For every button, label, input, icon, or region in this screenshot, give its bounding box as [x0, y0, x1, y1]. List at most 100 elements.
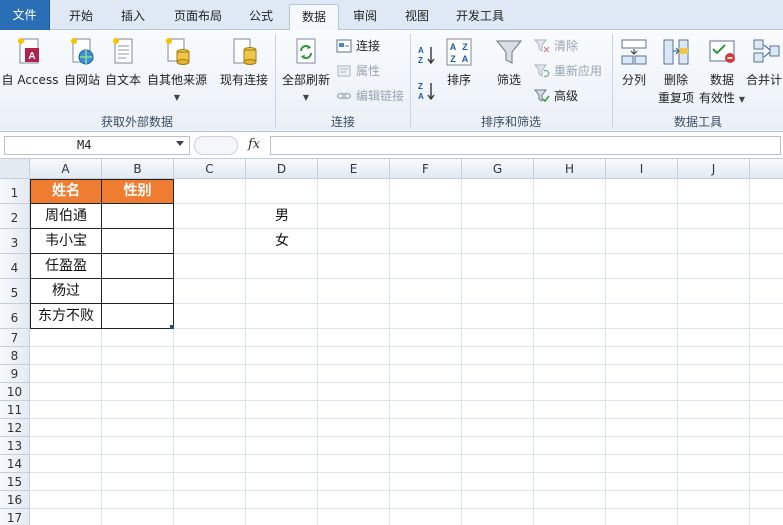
- from-other-sources-label: 自其他来源: [146, 73, 207, 87]
- gridline: [533, 179, 534, 525]
- tab-page-layout[interactable]: 页面布局: [164, 4, 232, 30]
- remove-duplicates-icon: [663, 39, 689, 65]
- tab-insert[interactable]: 插入: [110, 4, 156, 30]
- consolidate-button[interactable]: 合并计: [746, 34, 783, 110]
- name-cell[interactable]: 任盈盈: [30, 253, 102, 279]
- name-cell[interactable]: 周伯通: [30, 203, 102, 229]
- formula-bar: M4 fx: [0, 133, 783, 159]
- table-header-gender[interactable]: 性别: [101, 179, 174, 204]
- column-header-c[interactable]: C: [174, 159, 246, 179]
- tab-file[interactable]: 文件: [0, 0, 50, 30]
- sort-ascending-button[interactable]: A Z: [416, 44, 438, 66]
- gender-cell[interactable]: [101, 203, 174, 229]
- sort-button[interactable]: A Z Z A 排序: [440, 34, 478, 110]
- spreadsheet-grid[interactable]: ABCDEFGHIJ 1 2 3 4 5 6 7 8 9 10 11 12 13 14 15 16 17 姓名 …: [0, 159, 783, 525]
- row-header-6[interactable]: 6: [0, 304, 30, 329]
- cell-d2[interactable]: 男: [246, 204, 318, 229]
- tab-data[interactable]: 数据: [289, 4, 339, 31]
- row-header-2[interactable]: 2: [0, 204, 30, 229]
- sort-ascending-icon: A Z: [418, 46, 435, 65]
- properties-button[interactable]: 属性: [336, 61, 380, 81]
- edit-links-button[interactable]: 编辑链接: [336, 86, 404, 106]
- column-header-h[interactable]: H: [534, 159, 606, 179]
- tab-view[interactable]: 视图: [394, 4, 440, 30]
- from-text-button[interactable]: 自文本: [103, 34, 143, 110]
- sort-descending-button[interactable]: Z A: [416, 80, 438, 102]
- column-header-f[interactable]: F: [390, 159, 462, 179]
- column-header-e[interactable]: E: [318, 159, 390, 179]
- reapply-label: 重新应用: [554, 64, 603, 78]
- svg-text:Z: Z: [450, 54, 456, 64]
- row-header-3[interactable]: 3: [0, 229, 30, 254]
- name-box-dropdown-icon[interactable]: [176, 141, 184, 146]
- row-header-12[interactable]: 12: [0, 419, 30, 437]
- cell-d3[interactable]: 女: [246, 229, 318, 254]
- column-header-partial[interactable]: [750, 159, 783, 179]
- column-header-a[interactable]: A: [30, 159, 102, 179]
- name-cell[interactable]: 杨过: [30, 278, 102, 304]
- name-cell[interactable]: 韦小宝: [30, 228, 102, 254]
- filter-button[interactable]: 筛选: [488, 34, 530, 110]
- text-to-columns-label: 分列: [621, 73, 646, 87]
- row-header-15[interactable]: 15: [0, 473, 30, 491]
- gridline: [605, 179, 606, 525]
- row-header-4[interactable]: 4: [0, 254, 30, 279]
- formula-input[interactable]: [270, 136, 781, 155]
- name-cell[interactable]: 东方不败: [30, 303, 102, 329]
- refresh-all-button[interactable]: 全部刷新 ▼: [280, 34, 332, 110]
- chevron-down-icon: ▼: [173, 93, 181, 102]
- text-to-columns-button[interactable]: 分列: [614, 34, 654, 110]
- advanced-filter-button[interactable]: 高级: [534, 86, 578, 106]
- select-all-corner[interactable]: [0, 159, 30, 179]
- data-validation-label-1: 数据: [709, 73, 734, 87]
- tab-formulas[interactable]: 公式: [238, 4, 284, 30]
- column-header-i[interactable]: I: [606, 159, 678, 179]
- row-header-17[interactable]: 17: [0, 509, 30, 525]
- svg-text:A: A: [450, 42, 457, 52]
- tab-developer[interactable]: 开发工具: [446, 4, 514, 30]
- consolidate-icon: [753, 39, 780, 63]
- column-header-b[interactable]: B: [102, 159, 174, 179]
- column-header-j[interactable]: J: [678, 159, 750, 179]
- column-header-g[interactable]: G: [462, 159, 534, 179]
- fill-handle[interactable]: [170, 325, 174, 329]
- chevron-down-icon: ▼: [302, 93, 310, 102]
- connections-button[interactable]: 连接: [336, 36, 380, 56]
- clear-filter-button[interactable]: 清除: [534, 36, 578, 56]
- row-header-1[interactable]: 1: [0, 179, 30, 204]
- row-header-11[interactable]: 11: [0, 401, 30, 419]
- row-header-13[interactable]: 13: [0, 437, 30, 455]
- formula-bar-grip[interactable]: [194, 136, 238, 155]
- advanced-filter-label: 高级: [554, 89, 579, 103]
- row-header-9[interactable]: 9: [0, 365, 30, 383]
- data-validation-icon: [709, 40, 735, 63]
- gender-cell[interactable]: [101, 253, 174, 279]
- column-header-d[interactable]: D: [246, 159, 318, 179]
- from-web-button[interactable]: 自网站: [62, 34, 102, 110]
- ribbon: A 自 Access 自网站 自文本 自其他来源 ▼ 现有连接 获取外部数据 全…: [0, 30, 783, 132]
- gender-cell[interactable]: [101, 228, 174, 254]
- row-header-14[interactable]: 14: [0, 455, 30, 473]
- row-header-5[interactable]: 5: [0, 279, 30, 304]
- fx-area: fx: [194, 136, 268, 155]
- insert-function-button[interactable]: fx: [248, 137, 260, 152]
- from-other-sources-button[interactable]: 自其他来源 ▼: [145, 34, 209, 110]
- gender-cell[interactable]: [101, 303, 174, 329]
- tab-home[interactable]: 开始: [58, 4, 104, 30]
- table-header-name[interactable]: 姓名: [30, 179, 102, 204]
- tab-review[interactable]: 审阅: [342, 4, 388, 30]
- gender-cell[interactable]: [101, 278, 174, 304]
- remove-duplicates-button[interactable]: 删除 重复项: [656, 34, 696, 110]
- from-access-button[interactable]: A 自 Access: [0, 34, 60, 110]
- access-icon: A: [18, 38, 39, 64]
- row-header-8[interactable]: 8: [0, 347, 30, 365]
- reapply-button[interactable]: 重新应用: [534, 61, 602, 81]
- name-box[interactable]: M4: [4, 136, 190, 155]
- existing-connections-button[interactable]: 现有连接: [216, 34, 272, 110]
- row-header-16[interactable]: 16: [0, 491, 30, 509]
- row-header-10[interactable]: 10: [0, 383, 30, 401]
- svg-text:A: A: [418, 92, 424, 101]
- row-header-7[interactable]: 7: [0, 329, 30, 347]
- data-validation-button[interactable]: 数据 有效性 ▼: [698, 34, 746, 110]
- filter-label: 筛选: [496, 73, 521, 87]
